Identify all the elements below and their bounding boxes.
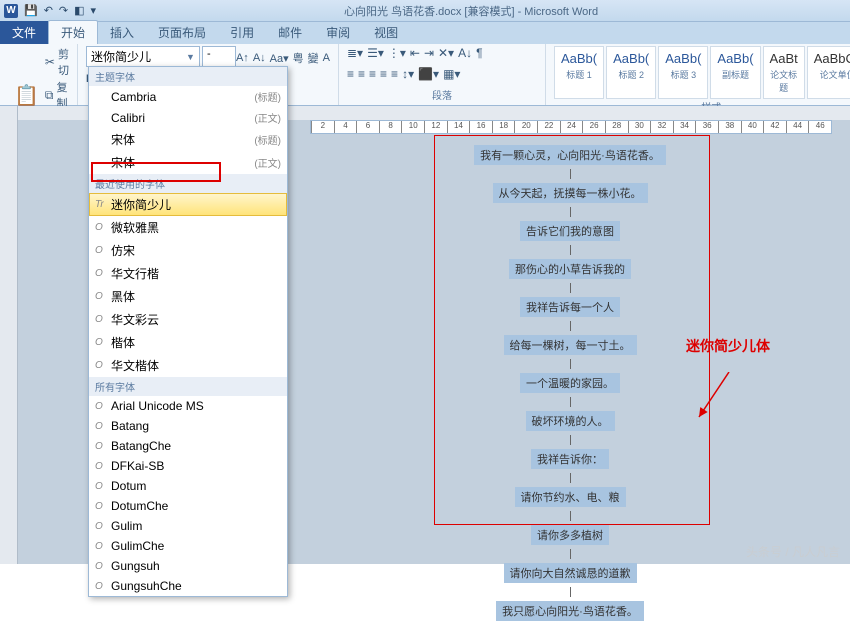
style-4[interactable]: AaBt论文标题	[763, 46, 805, 99]
ribbon-tabs: 文件 开始 插入 页面布局 引用 邮件 审阅 视图	[0, 22, 850, 44]
font-option[interactable]: O华文行楷	[89, 262, 287, 285]
word-icon: W	[4, 4, 18, 18]
cut-button[interactable]: ✂剪切	[45, 46, 69, 78]
all-fonts-header: 所有字体	[89, 377, 287, 396]
font-option[interactable]: ODotumChe	[89, 496, 287, 516]
show-marks-icon[interactable]: ¶	[476, 46, 482, 60]
clipboard-group: 📋 粘贴 ✂剪切 ⧉复制 ✎格式刷 剪贴板	[0, 44, 78, 105]
font-option[interactable]: O楷体	[89, 331, 287, 354]
shrink-font-icon[interactable]: A↓	[253, 52, 266, 64]
watermark: 头条号 / 凡人凡言	[746, 543, 840, 560]
document-page[interactable]: 我有一颗心灵，心向阳光·鸟语花香。从今天起，抚摸每一株小花。告诉它们我的意图那伤…	[440, 141, 700, 561]
undo-icon[interactable]: ↶	[44, 4, 53, 17]
redo-icon[interactable]: ↷	[59, 4, 68, 17]
annotation-arrow-2	[694, 372, 734, 422]
align-right-icon[interactable]: ≡	[369, 67, 376, 81]
font-option[interactable]: OGulimChe	[89, 536, 287, 556]
indent-dec-icon[interactable]: ⇤	[410, 46, 420, 60]
char-border-icon[interactable]: A	[323, 52, 330, 64]
tab-home[interactable]: 开始	[48, 20, 98, 44]
font-option[interactable]: Tr迷你简少儿	[89, 193, 287, 216]
font-option[interactable]: ODotum	[89, 476, 287, 496]
text-line[interactable]: 我只愿心向阳光·鸟语花香。	[496, 601, 644, 621]
font-option[interactable]: OGungsuh	[89, 556, 287, 576]
tab-review[interactable]: 审阅	[314, 21, 362, 44]
justify-icon[interactable]: ≡	[380, 67, 387, 81]
phonetic-icon[interactable]: 變	[308, 50, 319, 66]
font-option[interactable]: O黑体	[89, 285, 287, 308]
distribute-icon[interactable]: ≡	[391, 67, 398, 81]
indent-inc-icon[interactable]: ⇥	[424, 46, 434, 60]
paragraph-group: ≣▾ ☰▾ ⋮▾ ⇤ ⇥ ✕▾ A↓ ¶ ≡ ≡ ≡ ≡ ≡ ↕▾ ⬛▾ ▦▾ …	[339, 44, 546, 105]
shading-icon[interactable]: ⬛▾	[418, 67, 439, 81]
annotation-text: 迷你简少儿体	[686, 336, 770, 356]
clear-format-icon[interactable]: 粤	[293, 50, 304, 66]
tab-references[interactable]: 引用	[218, 21, 266, 44]
style-0[interactable]: AaBb(标题 1	[554, 46, 604, 99]
sort-icon[interactable]: A↓	[458, 46, 472, 60]
font-option[interactable]: OArial Unicode MS	[89, 396, 287, 416]
font-option[interactable]: O华文楷体	[89, 354, 287, 377]
font-option[interactable]: 宋体(正文)	[89, 151, 287, 174]
font-option[interactable]: O华文彩云	[89, 308, 287, 331]
text-line[interactable]: 请你多多植树	[531, 525, 609, 545]
style-1[interactable]: AaBb(标题 2	[606, 46, 656, 99]
tab-file[interactable]: 文件	[0, 21, 48, 44]
tab-insert[interactable]: 插入	[98, 21, 146, 44]
scissors-icon: ✂	[45, 55, 55, 69]
text-line[interactable]: 请你向大自然诚恳的道歉	[504, 563, 637, 583]
horizontal-ruler[interactable]: 2468101214161820222426283032343638404244…	[310, 120, 832, 134]
font-selector[interactable]: 迷你简少儿 ▼	[86, 46, 200, 67]
font-option[interactable]: OGulim	[89, 516, 287, 536]
font-option[interactable]: OGungsuhChe	[89, 576, 287, 596]
align-center-icon[interactable]: ≡	[358, 67, 365, 81]
paste-icon: 📋	[14, 83, 39, 108]
font-dropdown[interactable]: 主题字体 Cambria(标题)Calibri(正文)宋体(标题)宋体(正文) …	[88, 66, 288, 597]
copy-icon: ⧉	[45, 88, 54, 103]
grow-font-icon[interactable]: A↑	[236, 52, 249, 64]
chevron-down-icon: ▼	[186, 52, 195, 62]
title-bar: W 💾 ↶ ↷ ◧ ▾ 心向阳光 鸟语花香.docx [兼容模式] - Micr…	[0, 0, 850, 22]
style-2[interactable]: AaBb(标题 3	[658, 46, 708, 99]
font-option[interactable]: ODFKai-SB	[89, 456, 287, 476]
red-annotation-box	[434, 135, 710, 525]
font-option[interactable]: OBatangChe	[89, 436, 287, 456]
vertical-ruler-bar	[0, 106, 18, 564]
document-title: 心向阳光 鸟语花香.docx [兼容模式] - Microsoft Word	[96, 3, 846, 19]
line-spacing-icon[interactable]: ↕▾	[402, 67, 414, 81]
numbering-icon[interactable]: ☰▾	[367, 46, 384, 60]
recent-fonts-header: 最近使用的字体	[89, 174, 287, 193]
tab-view[interactable]: 视图	[362, 21, 410, 44]
font-option[interactable]: Calibri(正文)	[89, 107, 287, 128]
font-option[interactable]: 宋体(标题)	[89, 128, 287, 151]
font-option[interactable]: Cambria(标题)	[89, 86, 287, 107]
bullets-icon[interactable]: ≣▾	[347, 46, 363, 60]
font-option[interactable]: O仿宋	[89, 239, 287, 262]
font-option[interactable]: OBatang	[89, 416, 287, 436]
styles-group: AaBb(标题 1AaBb(标题 2AaBb(标题 3AaBb(副标题AaBt论…	[546, 44, 850, 105]
quick-access-toolbar[interactable]: 💾 ↶ ↷ ◧ ▾	[24, 4, 96, 17]
style-3[interactable]: AaBb(副标题	[710, 46, 760, 99]
save-icon[interactable]: 💾	[24, 4, 38, 17]
align-left-icon[interactable]: ≡	[347, 67, 354, 81]
change-case-icon[interactable]: Aa▾	[270, 52, 289, 65]
theme-fonts-header: 主题字体	[89, 67, 287, 86]
font-option[interactable]: O微软雅黑	[89, 216, 287, 239]
asian-icon[interactable]: ✕▾	[438, 46, 454, 60]
style-5[interactable]: AaBbCc论文单位	[807, 46, 850, 99]
tab-mail[interactable]: 邮件	[266, 21, 314, 44]
borders-icon[interactable]: ▦▾	[443, 67, 460, 81]
qat-ext1-icon[interactable]: ◧	[74, 4, 84, 17]
tab-layout[interactable]: 页面布局	[146, 21, 218, 44]
multilevel-icon[interactable]: ⋮▾	[388, 46, 406, 60]
font-size-selector[interactable]: -	[202, 46, 236, 67]
